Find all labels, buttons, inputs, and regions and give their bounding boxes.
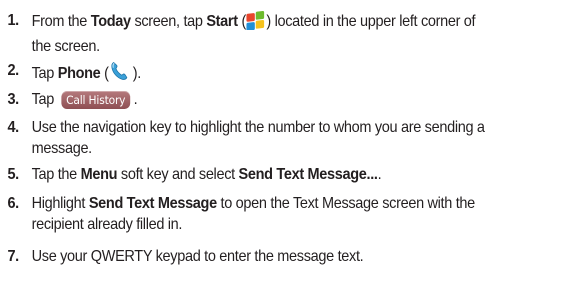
- step-text: (: [100, 65, 109, 82]
- step-number: 5.: [7, 166, 19, 183]
- step-number: 1.: [7, 12, 19, 29]
- step-text: recipient already filled in.: [31, 216, 183, 233]
- step-text: Use the navigation key to highlight the …: [31, 119, 485, 136]
- step-text: Tap: [31, 91, 55, 108]
- step-text: to open the Text Message screen with the: [216, 195, 476, 212]
- windows-start-icon: [246, 10, 266, 36]
- step-text: ) located in the upper left corner of: [266, 13, 476, 30]
- step-text: Tap the: [31, 166, 81, 183]
- send-text-message-term: Send Text Message: [88, 195, 217, 212]
- start-term: Start: [206, 13, 238, 30]
- step-text: .: [377, 166, 382, 183]
- step-number: 7.: [7, 248, 19, 265]
- send-text-message-term: Send Text Message...: [238, 166, 378, 183]
- step-text: Tap: [31, 65, 58, 82]
- step-text: the screen.: [31, 38, 100, 55]
- step-3: 3. Tap Call History .: [0, 89, 558, 110]
- step-text: soft key and select: [117, 166, 239, 183]
- step-number: 3.: [7, 91, 19, 108]
- step-2: 2. Tap Phone ( ).: [0, 60, 558, 88]
- call-history-button[interactable]: Call History: [61, 91, 130, 109]
- step-number: 2.: [7, 62, 19, 79]
- today-screen-term: Today: [90, 13, 131, 30]
- step-text: From the: [31, 13, 91, 30]
- step-text: message.: [31, 140, 93, 157]
- phone-term: Phone: [57, 65, 101, 82]
- step-text: Highlight: [31, 195, 89, 212]
- step-text: screen, tap: [130, 13, 207, 30]
- step-text: .: [133, 91, 138, 108]
- step-text: (: [237, 13, 246, 30]
- step-text: ).: [129, 65, 142, 82]
- step-text: Use your QWERTY keypad to enter the mess…: [31, 248, 364, 265]
- step-4: 4. Use the navigation key to highlight t…: [0, 117, 558, 159]
- step-6: 6. Highlight Send Text Message to open t…: [0, 193, 558, 235]
- step-7: 7. Use your QWERTY keypad to enter the m…: [0, 246, 558, 267]
- menu-term: Menu: [80, 166, 118, 183]
- step-number: 4.: [7, 119, 19, 136]
- step-number: 6.: [7, 195, 19, 212]
- step-5: 5. Tap the Menu soft key and select Send…: [0, 164, 558, 185]
- step-1: 1. From the Today screen, tap Start ( ) …: [0, 10, 558, 57]
- phone-icon: [109, 60, 129, 88]
